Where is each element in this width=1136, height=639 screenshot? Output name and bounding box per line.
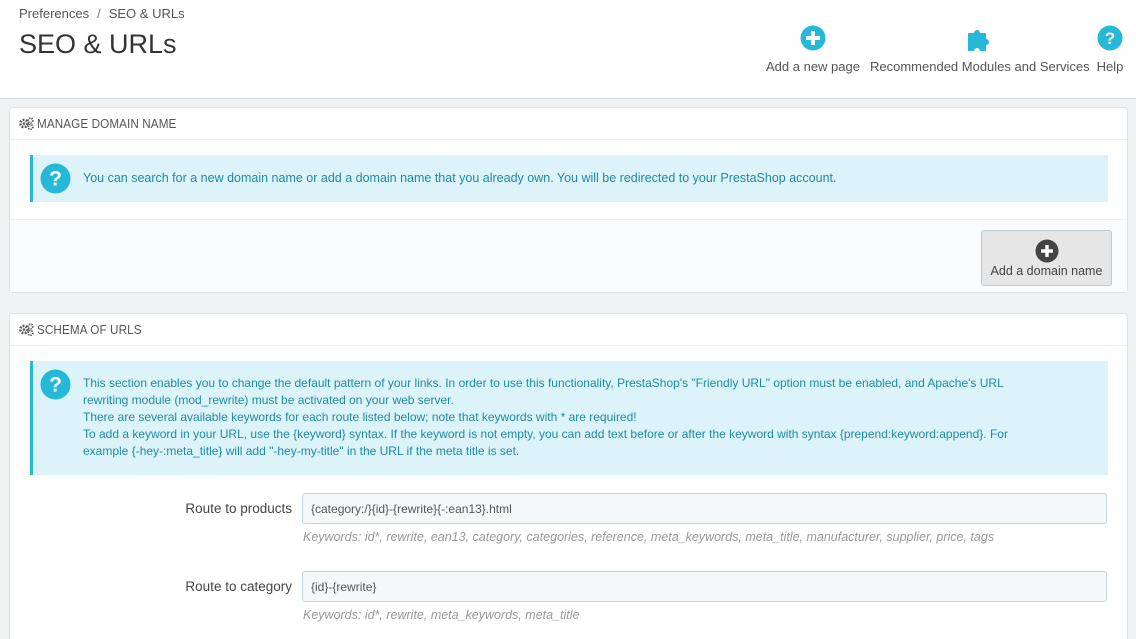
panel-title: MANAGE DOMAIN NAME (37, 116, 177, 131)
svg-text:?: ? (49, 374, 62, 397)
plus-circle-icon (1035, 239, 1058, 263)
breadcrumb: Preferences / SEO & URLs (19, 6, 185, 21)
add-new-page-button[interactable]: Add a new page (766, 24, 860, 74)
route-category-input[interactable] (302, 571, 1107, 602)
route-category-help: Keywords: id*, rewrite, meta_keywords, m… (303, 608, 580, 622)
page-header: Preferences / SEO & URLs SEO & URLs Add a … (0, 0, 1136, 99)
info-line: This section enables you to change the d… (83, 376, 1004, 390)
breadcrumb-separator: / (97, 6, 101, 21)
question-circle-icon: ? (40, 163, 71, 194)
info-line: To add a keyword in your URL, use the {k… (83, 427, 1008, 441)
recommended-modules-label: Recommended Modules and Services (870, 59, 1090, 74)
schema-of-urls-panel: SCHEMA OF URLS ? This section enables yo… (9, 313, 1128, 639)
cogs-icon (19, 117, 34, 130)
question-circle-icon: ? (40, 369, 71, 400)
plus-circle-icon (800, 25, 826, 51)
add-domain-name-label: Add a domain name (990, 264, 1103, 278)
help-label: Help (1096, 59, 1124, 74)
panel-heading: SCHEMA OF URLS (10, 314, 1127, 346)
route-products-input[interactable] (302, 493, 1107, 524)
breadcrumb-parent-link[interactable]: Preferences (19, 6, 89, 21)
panel-title: SCHEMA OF URLS (37, 322, 142, 337)
info-alert-text: This section enables you to change the d… (83, 375, 1103, 460)
manage-domain-panel: MANAGE DOMAIN NAME ? You can search for … (9, 107, 1128, 293)
breadcrumb-current: SEO & URLs (108, 6, 185, 21)
panel-heading: MANAGE DOMAIN NAME (10, 108, 1127, 140)
help-button[interactable]: ? Help (1096, 24, 1124, 74)
info-line: rewriting module (mod_rewrite) must be a… (83, 393, 454, 407)
puzzle-icon (967, 30, 989, 51)
route-products-label: Route to products (185, 501, 292, 516)
add-new-page-label: Add a new page (766, 59, 860, 74)
question-circle-icon: ? (1097, 25, 1123, 51)
info-line: example {-hey-:meta_title} will add "-he… (83, 444, 520, 458)
recommended-modules-button[interactable]: Recommended Modules and Services (870, 24, 1090, 74)
info-alert-text: You can search for a new domain name or … (83, 171, 837, 185)
cogs-icon (19, 323, 34, 336)
route-products-help: Keywords: id*, rewrite, ean13, category,… (303, 530, 995, 544)
info-alert: ? This section enables you to change the… (30, 361, 1108, 475)
route-category-label: Route to category (185, 579, 292, 594)
route-products-row: Route to products Keywords: id*, rewrite… (10, 493, 1127, 563)
svg-text:?: ? (1105, 29, 1115, 48)
add-domain-name-button[interactable]: Add a domain name (981, 230, 1112, 286)
info-alert: ? You can search for a new domain name o… (30, 155, 1108, 202)
info-line: There are several available keywords for… (83, 410, 637, 424)
page-title: SEO & URLs (19, 29, 177, 59)
panel-footer: Add a domain name (10, 219, 1127, 292)
route-category-row: Route to category Keywords: id*, rewrite… (10, 571, 1127, 639)
svg-text:?: ? (49, 168, 62, 191)
